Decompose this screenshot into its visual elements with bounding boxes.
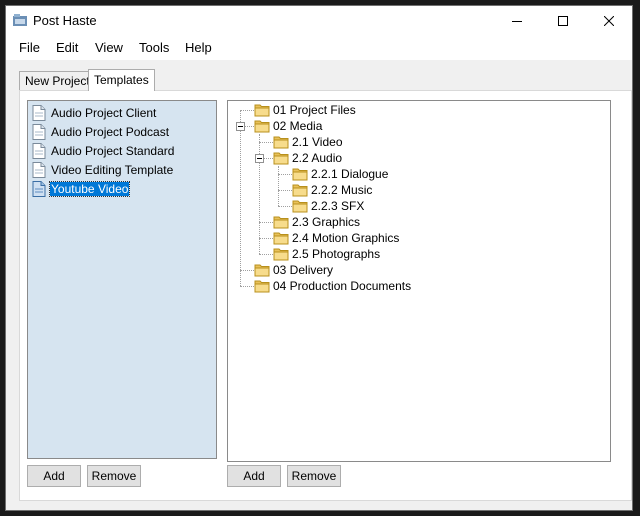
tree-connector — [240, 286, 254, 287]
tree-node[interactable]: 2.4 Motion Graphics — [273, 230, 399, 246]
add-template-button[interactable]: Add — [27, 465, 81, 487]
folder-icon — [273, 248, 289, 261]
maximize-icon — [558, 16, 568, 26]
folder-icon — [254, 280, 270, 293]
tree-node-label: 2.5 Photographs — [292, 247, 381, 261]
folder-tree[interactable]: 01 Project Files 02 Media 2.1 Video 2.2 … — [227, 100, 611, 462]
tree-connector — [259, 222, 273, 223]
tree-node[interactable]: 2.1 Video — [273, 134, 343, 150]
tree-connector — [259, 142, 273, 143]
list-item-selected[interactable]: Youtube Video — [32, 179, 131, 198]
app-icon — [13, 14, 27, 26]
folder-icon — [292, 168, 308, 181]
list-item-label: Audio Project Client — [51, 105, 157, 120]
minimize-icon — [512, 21, 522, 22]
tree-connector — [278, 166, 279, 206]
list-item-label: Youtube Video — [48, 180, 131, 197]
tree-connector — [240, 270, 254, 271]
close-button[interactable] — [586, 6, 632, 36]
tree-connector — [259, 134, 260, 254]
maximize-button[interactable] — [540, 6, 586, 36]
tree-node-label: 2.3 Graphics — [292, 215, 361, 229]
list-item[interactable]: Video Editing Template — [32, 160, 174, 179]
folder-icon — [273, 216, 289, 229]
tab-templates[interactable]: Templates — [88, 69, 155, 91]
window-title: Post Haste — [33, 13, 97, 28]
folder-icon — [273, 136, 289, 149]
folder-icon — [292, 184, 308, 197]
document-icon — [32, 123, 46, 140]
tree-connector — [259, 254, 273, 255]
remove-folder-button[interactable]: Remove — [287, 465, 341, 487]
app-window: Post Haste File Edit View Tools Help New… — [5, 5, 633, 511]
folder-icon — [254, 104, 270, 117]
menu-tools[interactable]: Tools — [139, 40, 169, 55]
tree-connector — [264, 158, 273, 159]
document-icon — [32, 180, 46, 197]
tree-node-label: 01 Project Files — [273, 103, 356, 117]
folder-icon — [292, 200, 308, 213]
remove-template-button[interactable]: Remove — [87, 465, 141, 487]
tree-node[interactable]: 02 Media — [254, 118, 322, 134]
tree-connector — [278, 190, 292, 191]
tree-connector — [240, 110, 254, 111]
tree-node-label: 2.2 Audio — [292, 151, 343, 165]
tree-node-label: 2.2.2 Music — [311, 183, 373, 197]
tree-node[interactable]: 2.2.3 SFX — [292, 198, 364, 214]
templates-list[interactable]: Audio Project Client Audio Project Podca… — [27, 100, 217, 459]
tree-node-label: 2.4 Motion Graphics — [292, 231, 400, 245]
tree-node-label: 02 Media — [273, 119, 323, 133]
folder-icon — [254, 264, 270, 277]
list-item[interactable]: Audio Project Standard — [32, 141, 175, 160]
menu-help[interactable]: Help — [185, 40, 212, 55]
list-item-label: Audio Project Standard — [51, 143, 175, 158]
tree-node-label: 2.1 Video — [292, 135, 343, 149]
menu-file[interactable]: File — [19, 40, 40, 55]
tree-node-label: 2.2.3 SFX — [311, 199, 365, 213]
document-icon — [32, 104, 46, 121]
tree-node-label: 03 Delivery — [273, 263, 334, 277]
folder-icon — [273, 152, 289, 165]
list-item[interactable]: Audio Project Client — [32, 103, 157, 122]
title-bar: Post Haste — [6, 6, 632, 36]
list-item[interactable]: Audio Project Podcast — [32, 122, 170, 141]
minimize-button[interactable] — [494, 6, 540, 36]
list-item-label: Video Editing Template — [51, 162, 174, 177]
tree-node[interactable]: 03 Delivery — [254, 262, 333, 278]
close-icon — [604, 16, 614, 26]
collapse-toggle[interactable] — [236, 122, 245, 131]
menu-view[interactable]: View — [95, 40, 123, 55]
add-folder-button[interactable]: Add — [227, 465, 281, 487]
tree-node[interactable]: 01 Project Files — [254, 102, 356, 118]
tree-node[interactable]: 2.2.2 Music — [292, 182, 372, 198]
menu-edit[interactable]: Edit — [56, 40, 78, 55]
folder-icon — [273, 232, 289, 245]
collapse-toggle[interactable] — [255, 154, 264, 163]
folder-icon — [254, 120, 270, 133]
document-icon — [32, 161, 46, 178]
tree-connector — [240, 110, 241, 286]
list-item-label: Audio Project Podcast — [51, 124, 170, 139]
tree-node[interactable]: 2.3 Graphics — [273, 214, 360, 230]
tree-connector — [278, 174, 292, 175]
tree-node-label: 04 Production Documents — [273, 279, 412, 293]
menu-bar: File Edit View Tools Help — [6, 36, 632, 60]
tree-node[interactable]: 2.2.1 Dialogue — [292, 166, 388, 182]
tree-node[interactable]: 04 Production Documents — [254, 278, 411, 294]
document-icon — [32, 142, 46, 159]
tree-connector — [259, 238, 273, 239]
tree-node[interactable]: 2.2 Audio — [273, 150, 342, 166]
tree-connector — [278, 206, 292, 207]
tab-new-project[interactable]: New Project — [19, 71, 96, 91]
tree-node[interactable]: 2.5 Photographs — [273, 246, 380, 262]
tree-node-label: 2.2.1 Dialogue — [311, 167, 389, 181]
tree-connector — [245, 126, 254, 127]
